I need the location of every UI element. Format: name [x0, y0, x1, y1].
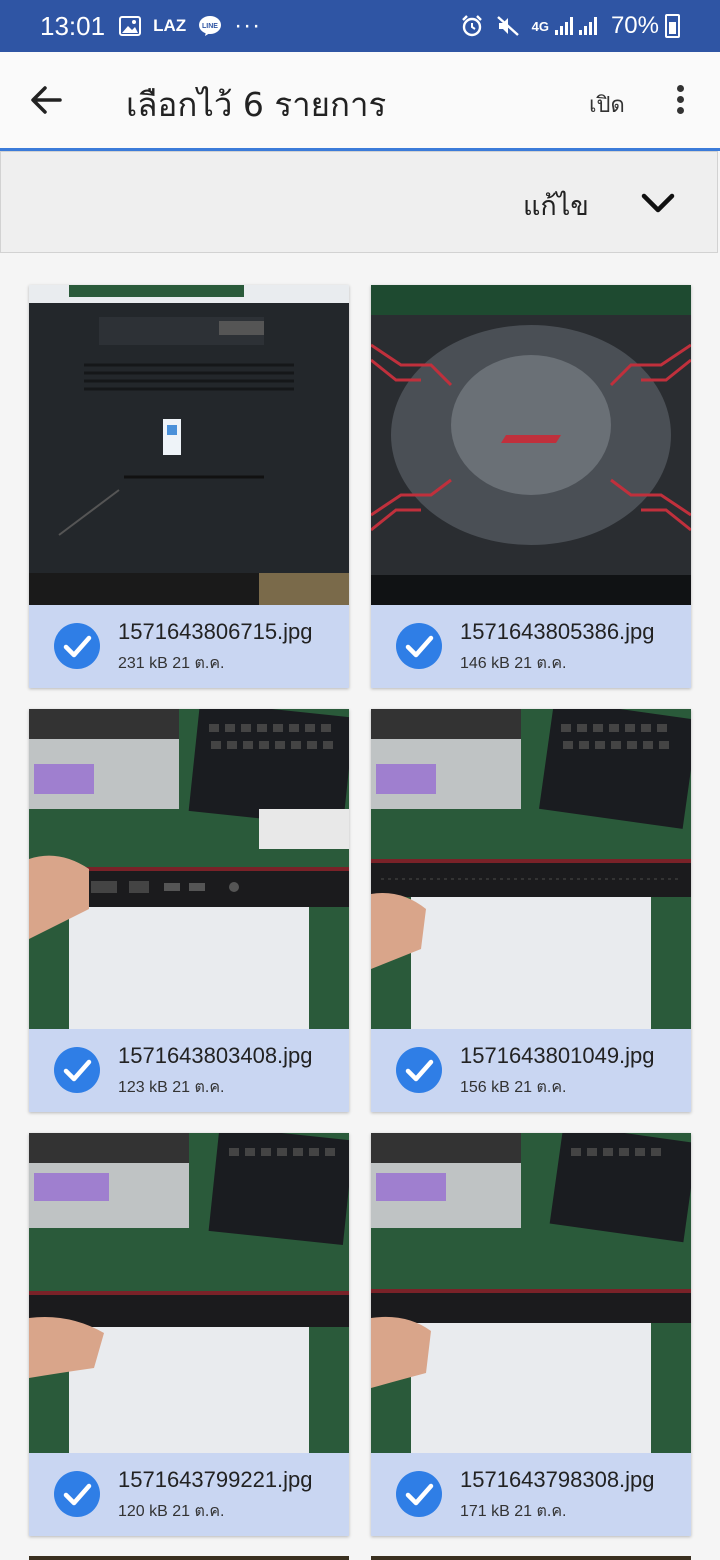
- file-thumbnail-laptop-side: [371, 709, 691, 1029]
- file-name: 1571643805386.jpg: [460, 619, 655, 644]
- back-arrow-icon[interactable]: [26, 80, 66, 120]
- file-meta: 146 kB 21 ต.ค.: [460, 655, 567, 672]
- file-name: 1571643803408.jpg: [118, 1043, 313, 1068]
- file-card[interactable]: 1571643801049.jpg 156 kB 21 ต.ค.: [371, 709, 691, 1112]
- selected-check-icon[interactable]: [54, 1471, 100, 1517]
- selected-check-icon[interactable]: [54, 1047, 100, 1093]
- file-thumbnail-laptop-side: [29, 1133, 349, 1453]
- file-card[interactable]: 1571643798308.jpg 171 kB 21 ต.ค.: [371, 1133, 691, 1536]
- file-card[interactable]: 1571643806715.jpg 231 kB 21 ต.ค.: [29, 285, 349, 688]
- chevron-down-icon[interactable]: [641, 192, 675, 216]
- svg-text:LINE: LINE: [202, 23, 218, 30]
- mute-icon: [496, 15, 520, 37]
- more-options-icon[interactable]: [668, 82, 692, 118]
- file-name: 1571643799221.jpg: [118, 1467, 313, 1492]
- file-meta: 231 kB 21 ต.ค.: [118, 655, 225, 672]
- file-card[interactable]: 1571643799221.jpg 120 kB 21 ต.ค.: [29, 1133, 349, 1536]
- app-bar: เลือกไว้ 6 รายการ เปิด: [0, 52, 720, 148]
- file-card[interactable]: 1571643803408.jpg 123 kB 21 ต.ค.: [29, 709, 349, 1112]
- file-thumbnail-laptop-side: [371, 1133, 691, 1453]
- laz-icon: LAZ: [153, 16, 187, 35]
- next-card-peek: [29, 1556, 349, 1560]
- signal-icon-2: [578, 17, 597, 35]
- edit-button[interactable]: แก้ไข: [523, 184, 589, 227]
- selected-check-icon[interactable]: [396, 1471, 442, 1517]
- page-title: เลือกไว้ 6 รายการ: [126, 85, 387, 124]
- edit-bar: แก้ไข: [0, 151, 718, 253]
- open-button[interactable]: เปิด: [589, 87, 625, 122]
- gallery-icon: [119, 16, 142, 36]
- alarm-icon: [460, 14, 484, 38]
- file-thumbnail-laptop-bottom: [29, 285, 349, 605]
- next-card-peek: [371, 1556, 691, 1560]
- file-name: 1571643801049.jpg: [460, 1043, 655, 1068]
- status-right: 4G 70%: [460, 12, 680, 40]
- network-type-icon: 4G: [531, 18, 549, 34]
- status-bar: 13:01 LAZ LINE ··· 4G 70%: [0, 0, 720, 52]
- file-meta: 120 kB 21 ต.ค.: [118, 1503, 225, 1520]
- file-card[interactable]: 1571643805386.jpg 146 kB 21 ต.ค.: [371, 285, 691, 688]
- file-meta: 156 kB 21 ต.ค.: [460, 1079, 567, 1096]
- battery-percent: 70%: [610, 12, 659, 39]
- file-meta: 123 kB 21 ต.ค.: [118, 1079, 225, 1096]
- file-name: 1571643806715.jpg: [118, 619, 313, 644]
- selected-check-icon[interactable]: [396, 623, 442, 669]
- more-dots-icon: ···: [234, 12, 262, 39]
- selected-check-icon[interactable]: [54, 623, 100, 669]
- signal-icon: [554, 17, 573, 35]
- file-meta: 171 kB 21 ต.ค.: [460, 1503, 567, 1520]
- selected-check-icon[interactable]: [396, 1047, 442, 1093]
- file-thumbnail-laptop-side: [29, 709, 349, 1029]
- line-icon: LINE: [198, 15, 222, 37]
- battery-icon: [665, 14, 680, 38]
- file-thumbnail-laptop-lid: [371, 285, 691, 605]
- file-name: 1571643798308.jpg: [460, 1467, 655, 1492]
- status-time: 13:01: [40, 10, 106, 41]
